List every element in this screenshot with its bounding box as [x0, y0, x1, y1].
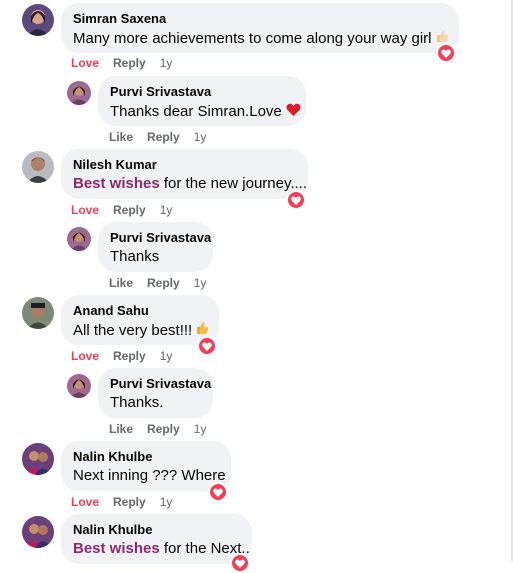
- reply-button[interactable]: Reply: [147, 130, 180, 144]
- reply-bubble: Purvi Srivastava Thanks: [98, 222, 213, 272]
- reply-button[interactable]: Reply: [147, 276, 180, 290]
- red-heart-emoji-icon: [286, 101, 301, 121]
- heart-icon[interactable]: [208, 482, 228, 502]
- avatar-purvi[interactable]: [67, 227, 91, 251]
- reply-button[interactable]: Reply: [113, 349, 146, 363]
- comment-text: Best wishes for the Next..: [73, 540, 250, 557]
- commenter-name[interactable]: Purvi Srivastava: [110, 230, 211, 246]
- reply-bubble: Purvi Srivastava Thanks dear Simran.Love: [98, 76, 306, 126]
- reply-bubble: Purvi Srivastava Thanks.: [98, 368, 213, 418]
- reply-button[interactable]: Reply: [113, 203, 146, 217]
- comment-actions: Love Reply 1y: [71, 349, 186, 363]
- avatar-purvi[interactable]: [67, 374, 91, 398]
- commenter-name[interactable]: Simran Saxena: [73, 11, 447, 27]
- timestamp[interactable]: 1y: [160, 56, 173, 70]
- heart-icon[interactable]: [286, 190, 306, 210]
- comment-text: All the very best!!!: [73, 320, 209, 341]
- timestamp[interactable]: 1y: [160, 203, 173, 217]
- commenter-name[interactable]: Anand Sahu: [73, 303, 207, 319]
- timestamp[interactable]: 1y: [194, 130, 207, 144]
- reply-text: Thanks.: [110, 394, 164, 411]
- commenter-name[interactable]: Purvi Srivastava: [110, 376, 211, 392]
- love-reaction-button[interactable]: Love: [71, 349, 99, 363]
- avatar-nalin[interactable]: [22, 443, 54, 475]
- reply-text: Thanks dear Simran.Love: [110, 101, 301, 122]
- comment-bubble: Nilesh Kumar Best wishes for the new jou…: [61, 149, 308, 199]
- reply-button[interactable]: Reply: [113, 56, 146, 70]
- timestamp[interactable]: 1y: [194, 276, 207, 290]
- avatar-nilesh[interactable]: [22, 151, 54, 183]
- like-button[interactable]: Like: [109, 276, 133, 290]
- commenter-name[interactable]: Nilesh Kumar: [73, 157, 296, 173]
- heart-icon[interactable]: [436, 43, 456, 63]
- love-reaction-button[interactable]: Love: [71, 56, 99, 70]
- reply-actions: Like Reply 1y: [109, 276, 220, 290]
- avatar-nalin[interactable]: [22, 516, 54, 548]
- reply-actions: Like Reply 1y: [109, 130, 220, 144]
- heart-icon[interactable]: [197, 336, 217, 356]
- comment-bubble: Simran Saxena Many more achievements to …: [61, 3, 459, 53]
- timestamp[interactable]: 1y: [194, 422, 207, 436]
- hashtag-highlight[interactable]: Best wishes: [73, 175, 160, 192]
- comment-actions: Love Reply 1y: [71, 203, 186, 217]
- love-reaction-button[interactable]: Love: [71, 495, 99, 509]
- comment-actions: Love Reply 1y: [71, 495, 186, 509]
- avatar-simran[interactable]: [22, 4, 54, 36]
- reply-button[interactable]: Reply: [113, 495, 146, 509]
- comment-bubble: Nalin Khulbe Best wishes for the Next..: [61, 514, 252, 564]
- avatar-anand[interactable]: [22, 297, 54, 329]
- reply-button[interactable]: Reply: [147, 422, 180, 436]
- comment-bubble: Anand Sahu All the very best!!!: [61, 295, 219, 345]
- commenter-name[interactable]: Nalin Khulbe: [73, 449, 219, 465]
- heart-icon[interactable]: [230, 553, 250, 573]
- comment-text: Many more achievements to come along you…: [73, 28, 448, 49]
- commenter-name[interactable]: Purvi Srivastava: [110, 84, 294, 100]
- commenter-name[interactable]: Nalin Khulbe: [73, 522, 240, 538]
- reply-text: Thanks: [110, 248, 160, 265]
- comment-actions: Love Reply 1y: [71, 56, 186, 70]
- comment-text: Best wishes for the new journey....: [73, 175, 308, 192]
- hashtag-highlight[interactable]: Best wishes: [73, 540, 160, 557]
- reply-actions: Like Reply 1y: [109, 422, 220, 436]
- avatar-purvi[interactable]: [67, 81, 91, 105]
- comment-text: Next inning ??? Where: [73, 467, 226, 484]
- timestamp[interactable]: 1y: [160, 495, 173, 509]
- timestamp[interactable]: 1y: [160, 349, 173, 363]
- love-reaction-button[interactable]: Love: [71, 203, 99, 217]
- comment-bubble: Nalin Khulbe Next inning ??? Where: [61, 441, 231, 491]
- like-button[interactable]: Like: [109, 130, 133, 144]
- like-button[interactable]: Like: [109, 422, 133, 436]
